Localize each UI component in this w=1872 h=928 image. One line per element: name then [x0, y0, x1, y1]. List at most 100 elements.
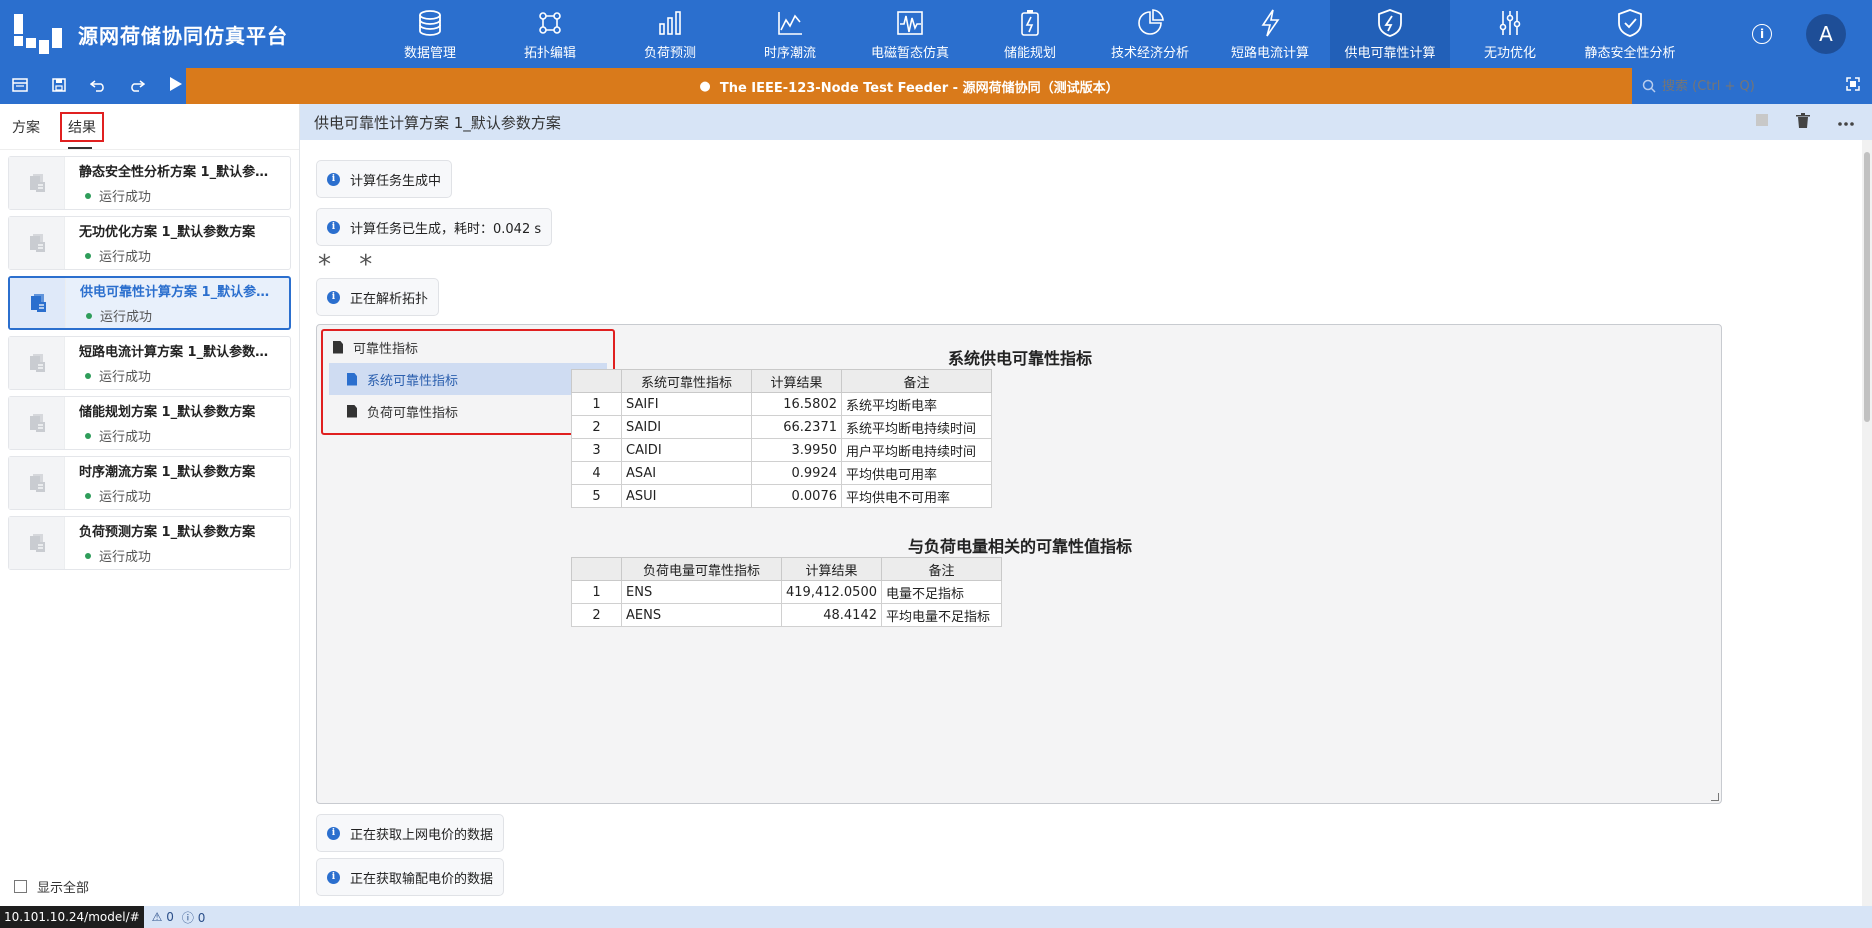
log-message: i 计算任务已生成，耗时：0.042 s	[316, 208, 553, 246]
table-cell: 66.2371	[751, 415, 842, 439]
table-cell: 0.9924	[751, 461, 842, 485]
tab-results[interactable]: 结果	[60, 111, 104, 149]
logo-icon	[14, 14, 64, 54]
redo-icon[interactable]	[128, 77, 147, 96]
more-icon[interactable]	[1838, 114, 1854, 130]
scrollbar-thumb[interactable]	[1864, 152, 1870, 422]
nav-item-2[interactable]: 拓扑编辑	[490, 0, 610, 68]
avatar[interactable]: A	[1806, 14, 1846, 54]
save-icon[interactable]	[49, 77, 68, 96]
nav-item-7[interactable]: 技术经济分析	[1090, 0, 1210, 68]
show-all-toggle[interactable]: 显示全部	[14, 877, 89, 896]
scheme-item[interactable]: 负荷预测方案 1_默认参数方案 运行成功	[8, 516, 291, 570]
info-count[interactable]: ⓘ 0	[182, 909, 205, 926]
table-cell: 3	[571, 438, 622, 462]
document-icon	[347, 372, 357, 386]
nav-item-4[interactable]: 时序潮流	[730, 0, 850, 68]
nav-item-6[interactable]: 储能规划	[970, 0, 1090, 68]
scheme-item[interactable]: 无功优化方案 1_默认参数方案 运行成功	[8, 216, 291, 270]
nav-item-1[interactable]: 数据管理	[370, 0, 490, 68]
search-input[interactable]	[1662, 78, 1832, 94]
status-dot-icon	[85, 372, 91, 379]
column-header	[571, 369, 622, 393]
project-title: ● The IEEE-123-Node Test Feeder - 源网荷储协同…	[186, 68, 1632, 104]
table-cell: 平均电量不足指标	[881, 603, 1002, 627]
nav-item-label: 负荷预测	[643, 45, 696, 61]
status-dot-icon	[85, 192, 91, 199]
resize-handle[interactable]	[1711, 793, 1719, 801]
main-header: 供电可靠性计算方案 1_默认参数方案	[300, 104, 1872, 140]
left-tabs: 方案 结果	[0, 104, 299, 150]
warning-icon: ⚠	[151, 910, 163, 924]
table-cell: 1	[571, 580, 622, 604]
info-circle-icon: i	[327, 220, 340, 234]
app-title: 源网荷储协同仿真平台	[78, 23, 288, 48]
scheme-item[interactable]: 短路电流计算方案 1_默认参数方案 运行成功	[8, 336, 291, 390]
status-dot-icon	[85, 552, 91, 559]
fullscreen-icon[interactable]	[1846, 77, 1860, 95]
warning-count[interactable]: ⚠ 0	[152, 910, 174, 924]
report-icon	[9, 337, 65, 389]
nav-item-8[interactable]: 短路电流计算	[1210, 0, 1330, 68]
trash-icon[interactable]	[1796, 112, 1810, 132]
report-icon	[9, 157, 65, 209]
scheme-item[interactable]: 供电可靠性计算方案 1_默认参数方案运行成功	[8, 276, 291, 330]
column-header: 系统可靠性指标	[621, 369, 752, 393]
column-header: 计算结果	[751, 369, 842, 393]
bar-chart-icon	[659, 10, 681, 35]
table-cell: 系统平均断电持续时间	[841, 415, 992, 439]
show-all-label: 显示全部	[37, 881, 90, 896]
column-header: 备注	[881, 557, 1002, 581]
system-reliability-table: 系统可靠性指标 计算结果 备注 1 SAIFI 16.5802 系统平均断电率 2 SAIDI 6…	[571, 369, 992, 508]
nav-item-3[interactable]: 负荷预测	[610, 0, 730, 68]
table-cell: 2	[571, 415, 622, 439]
report-icon	[9, 457, 65, 509]
table-cell: AENS	[621, 603, 782, 627]
nav-item-9[interactable]: 供电可靠性计算	[1330, 0, 1450, 68]
table-cell: ASAI	[621, 461, 752, 485]
info-small-icon: ⓘ	[181, 910, 194, 925]
nav-item-5[interactable]: 电磁暂态仿真	[850, 0, 970, 68]
table-cell: 平均供电不可用率	[841, 484, 992, 508]
scheme-item[interactable]: 时序潮流方案 1_默认参数方案 运行成功	[8, 456, 291, 510]
sliders-icon	[1499, 10, 1521, 35]
scheme-status: 运行成功	[79, 246, 290, 265]
scheme-item[interactable]: 静态安全性分析方案 1_默认参数方案运行成功	[8, 156, 291, 210]
table-row: 4 ASAI 0.9924 平均供电可用率	[571, 461, 992, 485]
table-title-system: 系统供电可靠性指标	[947, 349, 1092, 368]
search-box[interactable]	[1632, 68, 1872, 104]
table-cell: 电量不足指标	[881, 580, 1002, 604]
column-header	[571, 557, 622, 581]
result-panel: 可靠性指标 系统可靠性指标 负荷可靠性指标 系统供电可靠性指标 系统可靠性指标 计算…	[316, 324, 1722, 804]
column-header: 备注	[841, 369, 992, 393]
nav-item-label: 拓扑编辑	[523, 45, 576, 61]
search-icon	[1642, 79, 1656, 93]
table-cell: 平均供电可用率	[841, 461, 992, 485]
report-icon	[9, 517, 65, 569]
scheme-name: 静态安全性分析方案 1_默认参数方案	[79, 165, 269, 180]
nav-item-11[interactable]: 静态安全性分析	[1570, 0, 1690, 68]
table-row: 1 ENS 419,412.0500 电量不足指标	[571, 580, 1002, 604]
left-panel: 方案结果 静态安全性分析方案 1_默认参数方案运行成功无功优化方案 1_默认参数…	[0, 104, 300, 906]
info-circle-icon: i	[327, 172, 340, 186]
log-message: i 正在解析拓扑	[316, 278, 440, 316]
scheme-item[interactable]: 储能规划方案 1_默认参数方案 运行成功	[8, 396, 291, 450]
info-circle-icon: i	[327, 290, 340, 304]
undo-icon[interactable]	[88, 77, 107, 96]
nav-item-10[interactable]: 无功优化	[1450, 0, 1570, 68]
run-icon[interactable]	[167, 76, 186, 96]
indicator-load[interactable]: 负荷可靠性指标	[329, 395, 607, 427]
separator-stars: * *	[318, 250, 383, 280]
show-all-checkbox[interactable]	[14, 880, 27, 893]
nav-item-label: 技术经济分析	[1110, 45, 1189, 61]
tab-schemes[interactable]: 方案	[12, 117, 40, 137]
log-message: i 正在获取输配电价的数据	[316, 858, 505, 896]
info-icon[interactable]: i	[1752, 24, 1772, 44]
scheme-status: 运行成功	[80, 306, 289, 325]
scheme-name: 时序潮流方案 1_默认参数方案	[79, 465, 256, 480]
stop-icon[interactable]	[1756, 114, 1768, 130]
scrollbar[interactable]	[1862, 140, 1872, 906]
scheme-status: 运行成功	[79, 426, 290, 445]
model-icon[interactable]	[10, 77, 29, 96]
table-cell: 用户平均断电持续时间	[841, 438, 992, 462]
